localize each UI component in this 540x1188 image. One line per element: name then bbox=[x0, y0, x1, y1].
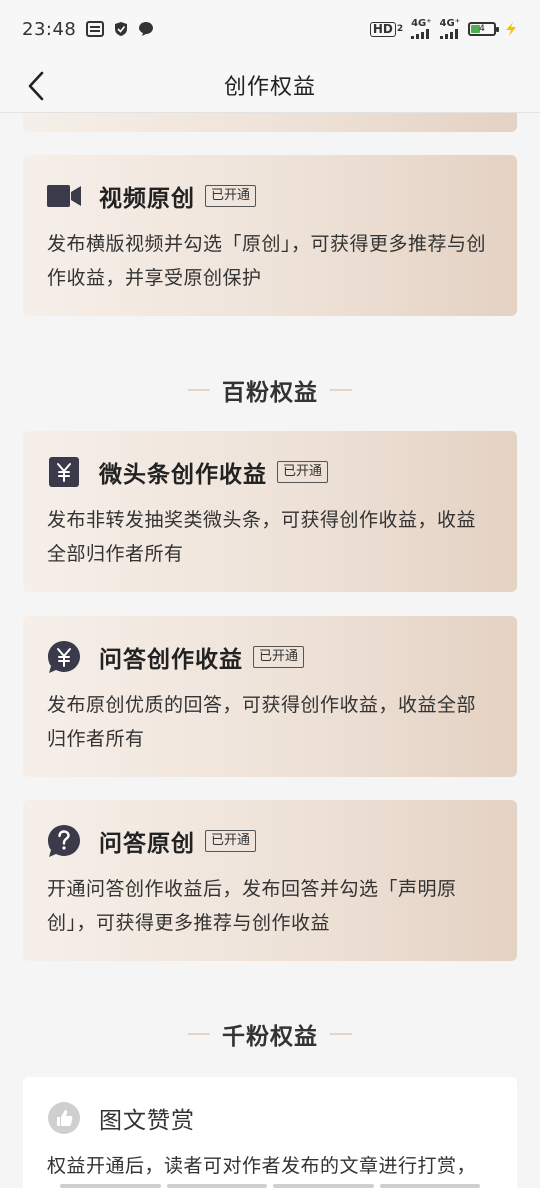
status-badge: 已开通 bbox=[253, 646, 305, 668]
benefit-description: 发布横版视频并勾选「原创」，可获得更多推荐与创作收益，并享受原创保护 bbox=[47, 233, 487, 289]
benefits-list[interactable]: 视频原创 已开通 发布横版视频并勾选「原创」，可获得更多推荐与创作收益，并享受原… bbox=[0, 113, 540, 1188]
benefit-title: 微头条创作收益 bbox=[99, 462, 267, 488]
benefit-title: 视频原创 bbox=[99, 186, 195, 212]
benefit-card-qa-income[interactable]: 问答创作收益 已开通 发布原创优质的回答，可获得创作收益，收益全部归作者所有 bbox=[23, 616, 517, 777]
page-title: 创作权益 bbox=[223, 75, 316, 100]
toutiao-icon bbox=[86, 21, 105, 37]
question-bubble-icon bbox=[47, 824, 81, 858]
video-camera-icon bbox=[47, 179, 81, 213]
status-time: 23:48 bbox=[22, 18, 77, 40]
benefit-description: 发布原创优质的回答，可获得创作收益，收益全部归作者所有 bbox=[47, 694, 477, 750]
hd-icon: HD 2 bbox=[369, 21, 403, 37]
status-badge: 已开通 bbox=[205, 185, 257, 207]
benefit-title: 问答原创 bbox=[99, 831, 195, 857]
yen-bubble-icon bbox=[47, 640, 81, 674]
benefit-card-video-original[interactable]: 视频原创 已开通 发布横版视频并勾选「原创」，可获得更多推荐与创作收益，并享受原… bbox=[23, 155, 517, 316]
message-icon bbox=[138, 21, 154, 37]
benefit-card-qa-original[interactable]: 问答原创 已开通 开通问答创作收益后，发布回答并勾选「声明原创」，可获得更多推荐… bbox=[23, 800, 517, 961]
status-badge: 已开通 bbox=[205, 830, 257, 852]
benefit-card-article-reward[interactable]: 图文赞赏 权益开通后，读者可对作者发布的文章进行打赏， bbox=[23, 1077, 517, 1188]
signal-icon-1: 4G⁺ bbox=[411, 19, 432, 39]
benefit-description: 权益开通后，读者可对作者发布的文章进行打赏， bbox=[47, 1155, 477, 1177]
thumbs-up-icon bbox=[47, 1101, 81, 1135]
battery-icon: 4 bbox=[468, 22, 499, 36]
charging-icon bbox=[504, 21, 518, 37]
chevron-left-icon bbox=[28, 71, 44, 101]
benefit-card-micro-headline[interactable]: 微头条创作收益 已开通 发布非转发抽奖类微头条，可获得创作收益，收益全部归作者所… bbox=[23, 431, 517, 592]
signal-icon-2: 4G⁺ bbox=[439, 19, 460, 39]
benefit-title: 问答创作收益 bbox=[99, 647, 243, 673]
benefit-title: 图文赞赏 bbox=[99, 1108, 195, 1134]
benefit-description: 开通问答创作收益后，发布回答并勾选「声明原创」，可获得更多推荐与创作收益 bbox=[47, 878, 457, 934]
section-title-1000-fans: 千粉权益 bbox=[0, 1019, 540, 1050]
status-bar: 23:48 HD 2 4G⁺ 4G⁺ 4 bbox=[0, 0, 540, 58]
bottom-scroll-indicator bbox=[60, 1184, 480, 1188]
nav-bar: 创作权益 bbox=[0, 58, 540, 113]
back-button[interactable] bbox=[18, 66, 54, 106]
benefit-description: 发布非转发抽奖类微头条，可获得创作收益，收益全部归作者所有 bbox=[47, 509, 477, 565]
section-title-100-fans: 百粉权益 bbox=[0, 375, 540, 406]
shield-icon bbox=[114, 21, 128, 37]
status-badge: 已开通 bbox=[277, 461, 329, 483]
benefit-card-partial[interactable] bbox=[23, 113, 517, 132]
yen-square-icon bbox=[47, 455, 81, 489]
battery-level: 4 bbox=[479, 24, 485, 34]
